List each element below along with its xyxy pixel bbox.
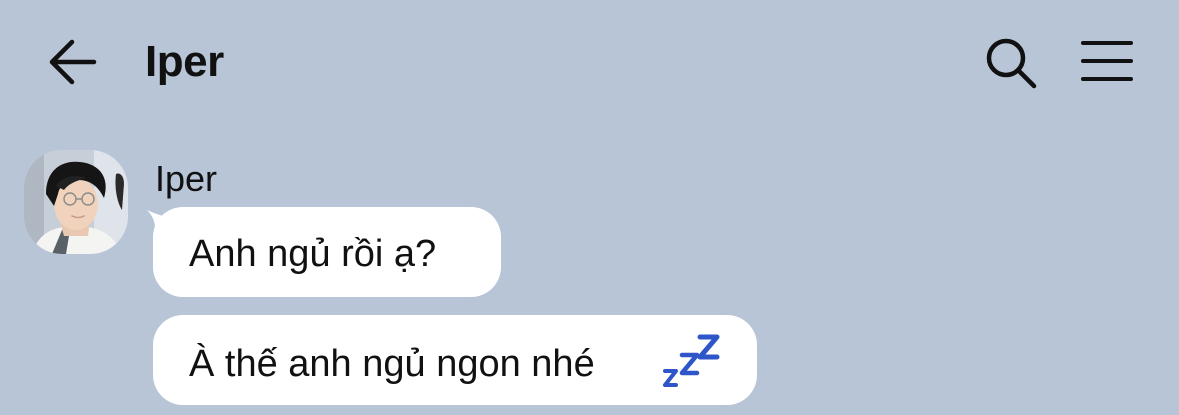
message-bubble[interactable]: Anh ngủ rồi ạ? <box>153 207 501 297</box>
sender-name: Iper <box>155 158 218 199</box>
message-text: Anh ngủ rồi ạ? <box>189 233 437 275</box>
back-arrow-icon[interactable] <box>44 34 100 90</box>
search-icon[interactable] <box>984 36 1038 90</box>
avatar[interactable] <box>24 150 128 254</box>
chat-title: Iper <box>145 37 224 86</box>
chat-header: Iper <box>0 0 1179 120</box>
zzz-sleeping-emoji-icon <box>663 334 720 387</box>
message-text: À thế anh ngủ ngon nhé <box>189 343 595 385</box>
hamburger-menu-icon[interactable] <box>1080 38 1134 84</box>
